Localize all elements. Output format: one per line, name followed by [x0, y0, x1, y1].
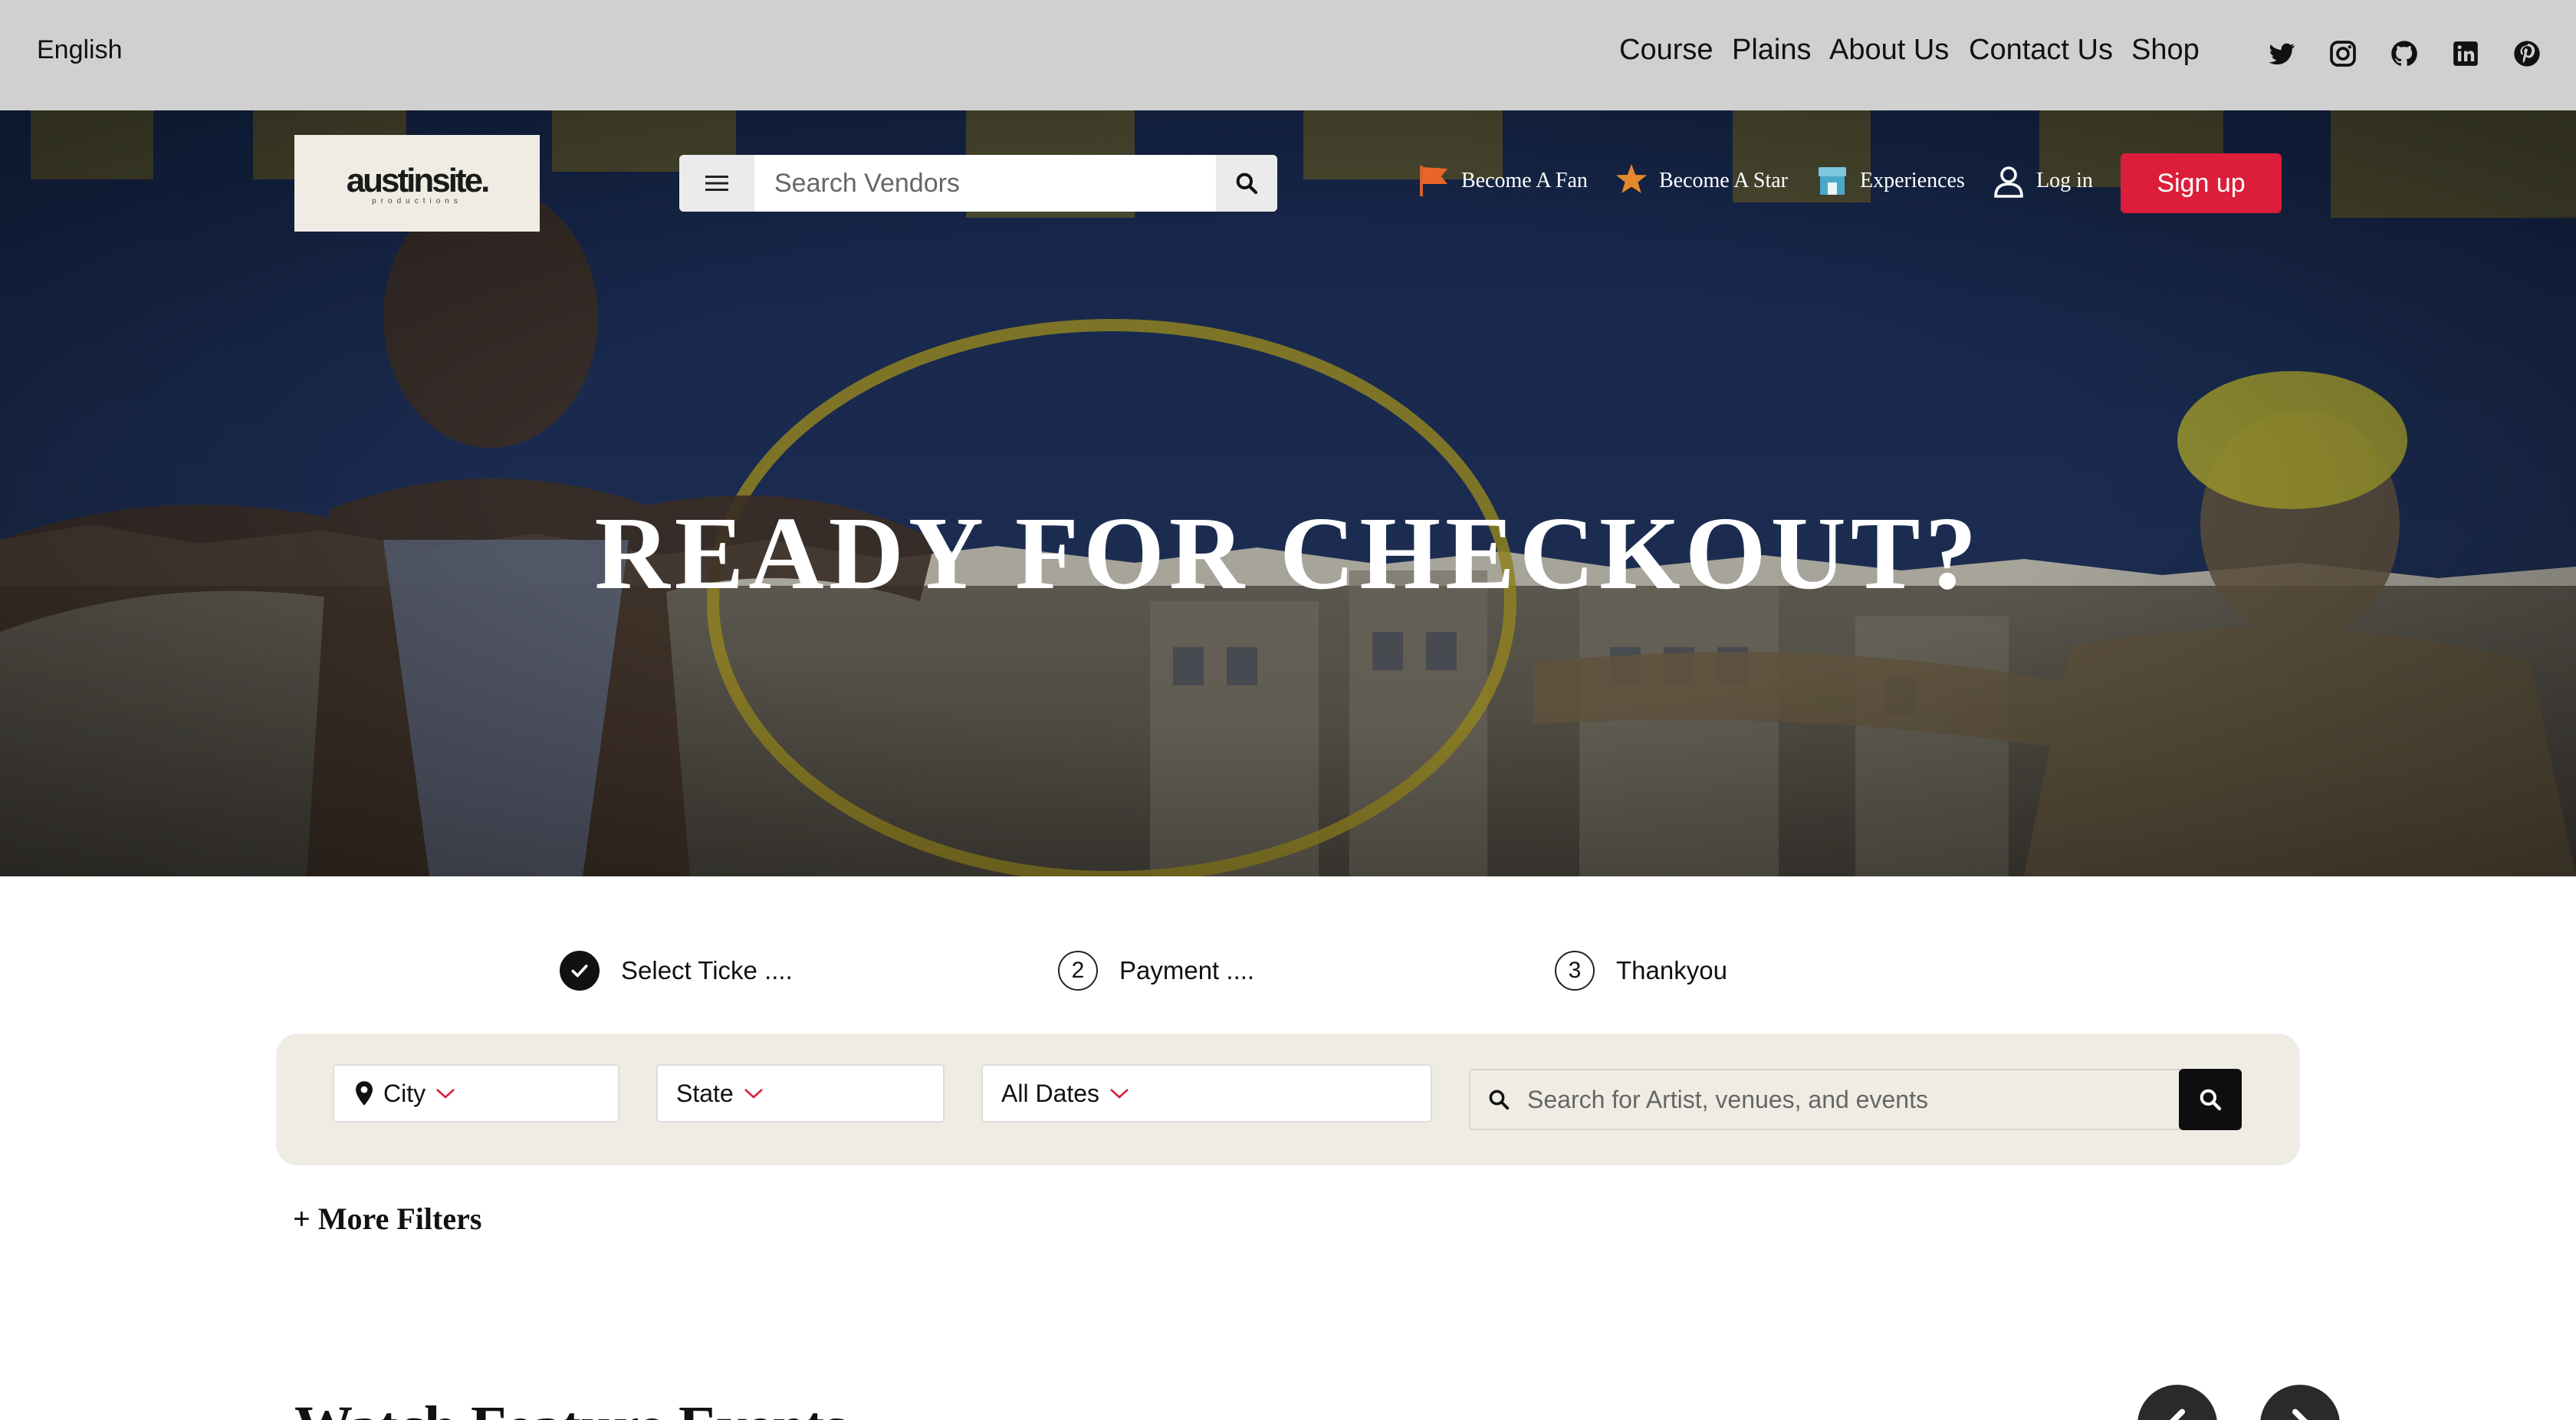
search-icon[interactable] [1216, 155, 1277, 212]
chevron-down-icon [1110, 1089, 1129, 1099]
chevron-down-icon [744, 1089, 763, 1099]
menu-icon[interactable] [679, 155, 754, 212]
nav-label: Log in [2036, 169, 2093, 192]
top-nav-plains[interactable]: Plains [1732, 34, 1812, 67]
vendor-search-input[interactable] [754, 155, 1216, 212]
chevron-down-icon [436, 1089, 455, 1099]
city-label: City [383, 1079, 426, 1107]
city-select[interactable]: City [333, 1064, 619, 1123]
language-selector[interactable]: English [37, 35, 123, 65]
event-search-input[interactable] [1510, 1085, 2180, 1114]
step-number: 3 [1555, 951, 1595, 991]
state-select[interactable]: State [656, 1064, 945, 1123]
state-label: State [676, 1079, 734, 1107]
nav-label: Become A Fan [1461, 169, 1588, 192]
store-icon [1819, 167, 1846, 195]
twitter-icon[interactable] [2266, 38, 2297, 69]
hero-title: READY FOR CHECKOUT? [594, 496, 1982, 611]
nav-label: Become A Star [1659, 169, 1788, 192]
step-label: Select Ticke .... [621, 956, 793, 984]
nav-label: Experiences [1860, 169, 1965, 192]
nav-become-a-fan[interactable]: Become A Fan [1415, 163, 1588, 199]
user-icon [1994, 166, 2023, 198]
pinterest-icon[interactable] [2512, 38, 2542, 69]
linkedin-icon[interactable] [2450, 38, 2481, 69]
github-icon[interactable] [2389, 38, 2420, 69]
top-nav-shop[interactable]: Shop [2131, 34, 2200, 67]
logo-subtext: productions [372, 196, 462, 205]
step-thankyou: 3 Thankyou [1555, 951, 1727, 991]
event-filter-panel: City State All Dates [276, 1034, 2300, 1165]
step-payment: 2 Payment .... [1058, 951, 1254, 991]
step-number: 2 [1058, 951, 1098, 991]
nav-become-a-star[interactable]: Become A Star [1613, 163, 1788, 199]
dates-select[interactable]: All Dates [981, 1064, 1432, 1123]
more-filters-link[interactable]: + More Filters [293, 1201, 481, 1237]
nav-experiences[interactable]: Experiences [1814, 163, 1965, 199]
search-icon [1489, 1090, 1510, 1110]
instagram-icon[interactable] [2328, 38, 2358, 69]
location-pin-icon [356, 1081, 373, 1106]
logo-text: austinsite. [346, 161, 491, 199]
top-nav-about-us[interactable]: About Us [1829, 34, 1949, 67]
event-search-field [1469, 1069, 2182, 1130]
sign-up-button[interactable]: Sign up [2121, 153, 2282, 213]
section-title: Watch Feature Events [294, 1394, 847, 1420]
star-icon [1616, 164, 1647, 193]
top-nav-contact-us[interactable]: Contact Us [1969, 34, 2113, 67]
flag-icon [1420, 166, 1447, 196]
event-search-button[interactable] [2179, 1069, 2242, 1130]
carousel-next-button[interactable] [2260, 1385, 2340, 1420]
chevron-right-icon [2292, 1408, 2308, 1420]
brand-logo[interactable]: austinsite. productions [294, 135, 540, 232]
carousel-prev-button[interactable] [2137, 1385, 2217, 1420]
step-select-tickets: Select Ticke .... [560, 951, 793, 991]
step-label: Thankyou [1616, 956, 1727, 984]
chevron-left-icon [2170, 1408, 2185, 1420]
search-icon [2200, 1089, 2222, 1111]
check-icon [560, 951, 600, 991]
nav-log-in[interactable]: Log in [1990, 163, 2093, 199]
vendor-search-bar [679, 155, 1277, 212]
dates-label: All Dates [1001, 1079, 1100, 1107]
top-utility-bar: English Course Plains About Us Contact U… [0, 0, 2576, 110]
step-label: Payment .... [1119, 956, 1255, 984]
top-nav-course[interactable]: Course [1619, 34, 1714, 67]
